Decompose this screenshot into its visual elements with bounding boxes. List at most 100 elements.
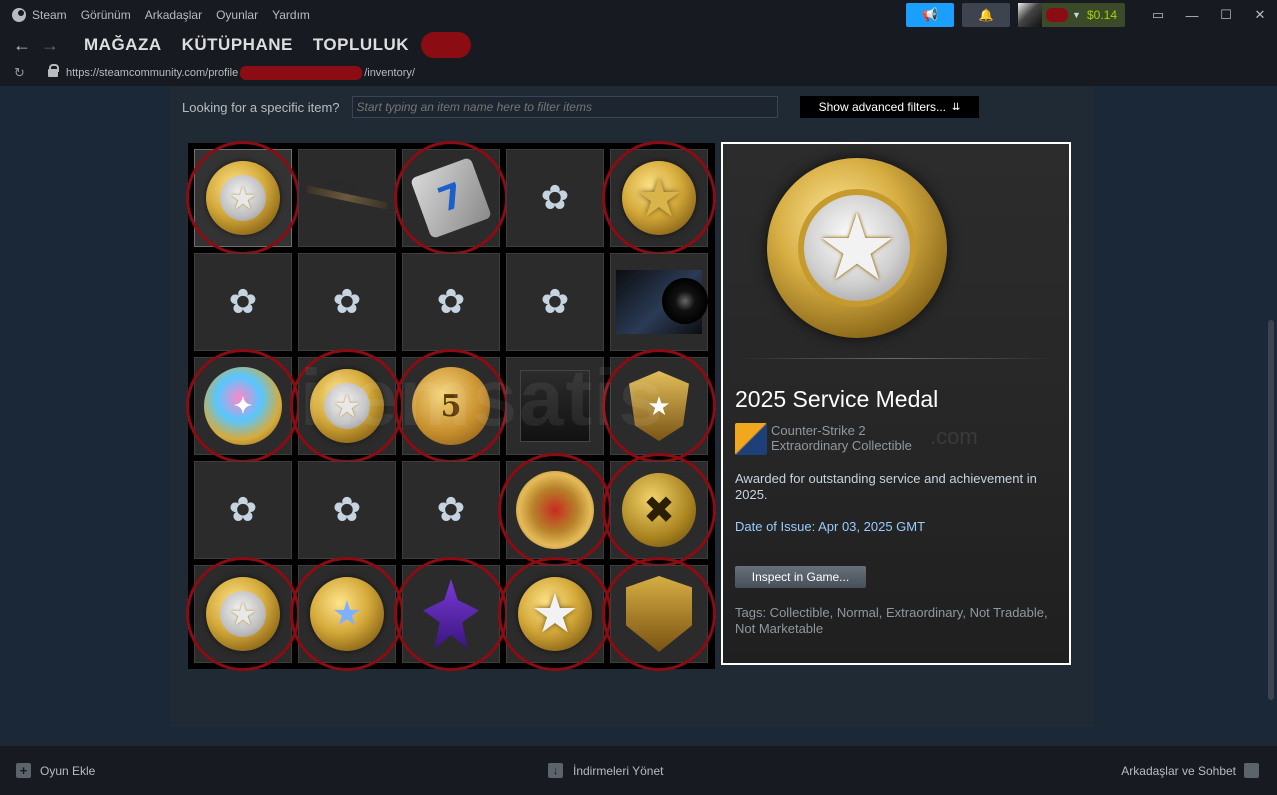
inventory-slot[interactable]: ✿: [402, 253, 500, 351]
top-right-controls: 📢 🔔 ▼ $0.14 ▭ — ☐ ✕: [906, 0, 1277, 30]
inventory-slot[interactable]: ✖: [610, 461, 708, 559]
forward-arrow-icon[interactable]: →: [36, 35, 64, 56]
navigation-bar: ← → MAĞAZA KÜTÜPHANE TOPLULUK: [0, 30, 1277, 60]
bell-icon: 🔔: [978, 8, 994, 22]
radiant-star-icon: ★: [518, 577, 592, 651]
inventory-slot[interactable]: [506, 461, 604, 559]
filter-label: Looking for a specific item?: [182, 99, 340, 115]
top-menu-bar: Steam Görünüm Arkadaşlar Oyunlar Yardım …: [0, 0, 1277, 30]
lock-icon: [48, 64, 59, 78]
cs2-game-icon: [735, 423, 767, 455]
double-chevron-down-icon: ⇊: [952, 101, 961, 113]
nav-username-redacted[interactable]: [421, 32, 472, 58]
inventory-slot[interactable]: [610, 253, 708, 351]
megaphone-icon: 📢: [921, 7, 939, 22]
nav-store[interactable]: MAĞAZA: [84, 35, 162, 55]
shield-badge-icon: ★: [629, 371, 689, 441]
inventory-slot[interactable]: [298, 149, 396, 247]
graffiti-icon: ✿: [540, 283, 570, 321]
menu-games[interactable]: Oyunlar: [209, 0, 265, 30]
inventory-slot[interactable]: ✿: [194, 253, 292, 351]
inventory-slot[interactable]: ✿: [506, 149, 604, 247]
graffiti-icon: ✿: [436, 491, 466, 529]
inventory-slot[interactable]: ★: [506, 565, 604, 663]
add-game-label: Oyun Ekle: [40, 763, 96, 778]
inventory-slot[interactable]: [610, 565, 708, 663]
game-name: Counter-Strike 2: [771, 423, 866, 438]
chevron-down-icon: ▼: [1072, 10, 1081, 20]
maximize-button[interactable]: ☐: [1209, 0, 1243, 30]
notifications-button[interactable]: 🔔: [962, 3, 1011, 27]
monitor-icon: ▭: [1151, 7, 1165, 22]
coin-icon: ✦: [204, 367, 282, 445]
close-button[interactable]: ✕: [1243, 0, 1277, 30]
bottom-bar: + Oyun Ekle ↓ İndirmeleri Yönet Arkadaşl…: [0, 745, 1277, 795]
inventory-slot[interactable]: ★: [610, 357, 708, 455]
minimize-button[interactable]: —: [1175, 0, 1209, 30]
purple-star-icon: [423, 579, 479, 649]
menu-steam-label: Steam: [32, 8, 67, 22]
back-arrow-icon[interactable]: ←: [8, 35, 36, 56]
advanced-filters-label: Show advanced filters...: [818, 100, 946, 114]
operation-coin-icon: [516, 471, 594, 549]
friends-chat-button[interactable]: Arkadaşlar ve Sohbet: [1121, 763, 1259, 778]
inventory-slot[interactable]: ★: [298, 565, 396, 663]
item-title: 2025 Service Medal: [735, 386, 939, 412]
inventory-slot[interactable]: ✿: [402, 461, 500, 559]
url-suffix[interactable]: /inventory/: [364, 67, 415, 79]
graffiti-icon: ✿: [228, 491, 258, 529]
item-filter-input[interactable]: [351, 96, 778, 118]
big-picture-button[interactable]: ▭: [1141, 0, 1175, 30]
inventory-slot[interactable]: ✿: [506, 253, 604, 351]
inventory-slot[interactable]: [402, 565, 500, 663]
url-redacted: [240, 66, 363, 80]
scrollbar-thumb[interactable]: [1268, 320, 1274, 700]
medal-art-icon: ★: [206, 161, 280, 235]
inventory-slot[interactable]: ★: [298, 357, 396, 455]
url-prefix[interactable]: https://steamcommunity.com/profile: [66, 67, 238, 79]
menu-view[interactable]: Görünüm: [74, 0, 138, 30]
inventory-grid: ★ 7 ✿ ★ ✿ ✿ ✿ ✿ ✦ ★ 5 ★ ✿ ✿ ✿ ✖ ★ ★ ★: [186, 141, 716, 671]
graffiti-icon: ✿: [332, 491, 362, 529]
graffiti-icon: ✿: [228, 283, 258, 321]
reload-icon[interactable]: ↻: [14, 65, 30, 81]
medal-star-icon: ★: [622, 161, 696, 235]
inventory-slot[interactable]: ★: [610, 149, 708, 247]
star-icon: ★: [815, 197, 899, 299]
manage-downloads-button[interactable]: ↓ İndirmeleri Yönet: [548, 763, 664, 778]
steam-logo-icon: [12, 8, 26, 22]
account-name-redacted: [1046, 8, 1069, 22]
inventory-slot[interactable]: 7: [402, 149, 500, 247]
avatar: [1018, 3, 1043, 27]
announcements-button[interactable]: 📢: [906, 3, 955, 27]
friends-icon: [1244, 763, 1259, 778]
blue-star-icon: ★: [310, 577, 384, 651]
inventory-slot[interactable]: [506, 357, 604, 455]
game-info: Counter-Strike 2 Extraordinary Collectib…: [735, 423, 912, 455]
detail-medal-center: ★: [798, 189, 916, 307]
account-menu[interactable]: ▼ $0.14: [1018, 3, 1125, 27]
inventory-slot[interactable]: ✿: [298, 461, 396, 559]
inventory-slot[interactable]: ★: [194, 565, 292, 663]
menu-steam[interactable]: Steam: [0, 0, 74, 30]
case-icon: [520, 370, 590, 442]
wing-star-icon: ★: [206, 577, 280, 651]
nav-library[interactable]: KÜTÜPHANE: [182, 35, 293, 55]
inventory-slot[interactable]: 5: [402, 357, 500, 455]
inventory-slot[interactable]: ★: [194, 149, 292, 247]
medal-art-icon: ★: [310, 369, 384, 443]
menu-help[interactable]: Yardım: [265, 0, 317, 30]
manage-downloads-label: İndirmeleri Yönet: [573, 763, 664, 778]
menu-friends[interactable]: Arkadaşlar: [138, 0, 209, 30]
inventory-slot[interactable]: ✿: [298, 253, 396, 351]
inventory-slot[interactable]: ✿: [194, 461, 292, 559]
maximize-icon: ☐: [1220, 7, 1232, 22]
add-game-button[interactable]: + Oyun Ekle: [16, 763, 95, 778]
inventory-slot[interactable]: ✦: [194, 357, 292, 455]
graffiti-icon: ✿: [540, 179, 570, 217]
close-icon: ✕: [1254, 7, 1266, 22]
inspect-in-game-button[interactable]: Inspect in Game...: [735, 566, 866, 588]
advanced-filters-button[interactable]: Show advanced filters... ⇊: [800, 96, 979, 118]
season-pin-icon: 7: [409, 156, 493, 240]
nav-community[interactable]: TOPLULUK: [313, 35, 409, 55]
